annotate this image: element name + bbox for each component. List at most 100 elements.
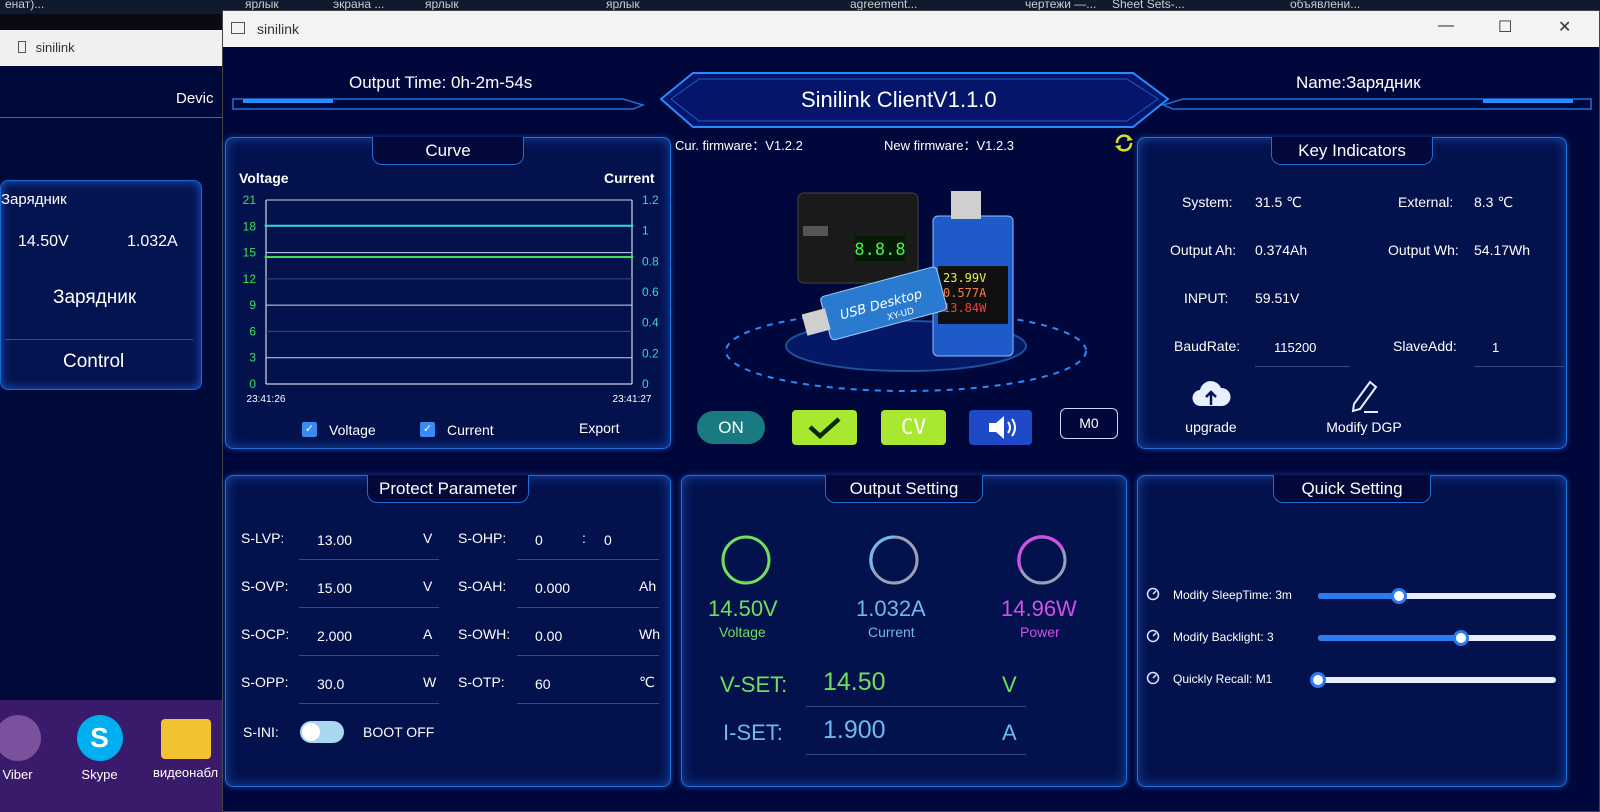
- protect-input[interactable]: 2.000: [317, 628, 352, 644]
- slaveadd-underline: [1474, 366, 1564, 367]
- protect-separator: :: [582, 530, 586, 546]
- sleep-time-slider-fill: [1318, 593, 1399, 599]
- backlight-slider-handle[interactable]: [1452, 630, 1469, 646]
- panel-title: Key Indicators: [1271, 137, 1433, 165]
- svg-text:8.8.8: 8.8.8: [854, 240, 905, 260]
- maximize-button[interactable]: ☐: [1498, 17, 1512, 37]
- skype-desktop-icon[interactable]: S Skype: [62, 715, 137, 782]
- sini-toggle[interactable]: [300, 721, 344, 743]
- baudrate-input[interactable]: 115200: [1274, 340, 1316, 355]
- desktop-icon-label: видеонабл: [152, 765, 219, 780]
- data-point-voltage: [264, 255, 268, 259]
- x-tick-label: 23:41:26: [247, 394, 286, 405]
- protect-label: S-OWH:: [458, 626, 511, 642]
- sleep-time-slider-handle[interactable]: [1390, 588, 1407, 604]
- vset-label: V-SET:: [720, 672, 788, 697]
- current-checkbox[interactable]: ✓: [420, 422, 435, 437]
- protect-underline: [517, 559, 659, 560]
- quick-recall-slider-handle[interactable]: [1310, 672, 1326, 688]
- device-current: 1.032A: [127, 233, 178, 250]
- cv-button[interactable]: CV: [881, 410, 946, 445]
- back-window-titlebar[interactable]: sinilink: [0, 30, 225, 66]
- back-window-title: sinilink: [35, 40, 75, 55]
- external-label: External:: [1398, 194, 1454, 210]
- check-button[interactable]: [792, 410, 857, 445]
- y-tick-label: 3: [249, 351, 256, 365]
- current-value: 1.032A: [856, 596, 926, 621]
- current-label: Current: [868, 624, 915, 640]
- protect-input[interactable]: 13.00: [317, 532, 352, 548]
- minimize-button[interactable]: —: [1438, 17, 1454, 35]
- protect-unit: Ah: [639, 578, 657, 594]
- y-tick-label: 12: [243, 272, 257, 286]
- folder-desktop-icon[interactable]: видеонабл: [148, 715, 223, 780]
- viber-desktop-icon[interactable]: Viber: [0, 715, 55, 782]
- refresh-icon[interactable]: [1113, 132, 1135, 154]
- slaveadd-input[interactable]: 1: [1492, 340, 1499, 355]
- y2-tick-label: 0: [642, 377, 649, 391]
- input-label: INPUT:: [1184, 290, 1229, 306]
- back-window: sinilink Devic Зарядник 14.50V 1.032A За…: [0, 30, 225, 700]
- export-button[interactable]: Export: [579, 420, 619, 436]
- current-axis-label: Current: [604, 170, 655, 186]
- voltage-checkbox[interactable]: ✓: [302, 422, 317, 437]
- protect-input[interactable]: 60: [535, 676, 551, 692]
- back-header: Devic: [0, 80, 225, 118]
- protect-label: S-OVP:: [241, 578, 289, 594]
- protect-label: S-LVP:: [241, 530, 285, 546]
- protect-unit: Wh: [639, 626, 660, 642]
- protect-label: S-OTP:: [458, 674, 505, 690]
- baudrate-underline: [1255, 366, 1350, 367]
- desktop-icon-label: Skype: [81, 767, 118, 782]
- protect-input[interactable]: 0.00: [535, 628, 562, 644]
- curve-chart[interactable]: 0 3 6 9 12 15 18 21 0 0.2 0.4 0.6 0.8 1 1.2 23:41:26 23:…: [226, 188, 672, 408]
- protect-input[interactable]: 15.00: [317, 580, 352, 596]
- iset-input[interactable]: 1.900: [823, 716, 886, 745]
- protect-label: S-OHP:: [458, 530, 507, 546]
- speaker-icon: [989, 416, 1016, 439]
- system-value: 31.5 ℃: [1255, 194, 1302, 210]
- on-button[interactable]: ON: [697, 411, 765, 444]
- output-setting-panel: Output Setting 14.50V Voltage 1.032A Cur…: [681, 475, 1127, 787]
- window-title: sinilink: [257, 21, 300, 37]
- panel-title: Protect Parameter: [367, 475, 529, 503]
- protect-label: S-OCP:: [241, 626, 290, 642]
- window-titlebar[interactable]: sinilink — ☐ ✕: [223, 11, 1599, 47]
- protect-input[interactable]: 0.000: [535, 580, 570, 596]
- external-value: 8.3 ℃: [1474, 194, 1514, 210]
- gauge-icon: [1146, 587, 1160, 601]
- y-tick-label: 21: [243, 193, 257, 207]
- svg-text:0.577A: 0.577A: [943, 286, 987, 300]
- protect-input[interactable]: 30.0: [317, 676, 344, 692]
- quick-recall-slider-track[interactable]: [1318, 677, 1556, 683]
- boot-off-label: BOOT OFF: [363, 724, 435, 740]
- y2-tick-label: 0.2: [642, 346, 659, 360]
- close-button[interactable]: ✕: [1558, 17, 1571, 37]
- panel-title: Curve: [372, 137, 524, 165]
- x-tick-label: 23:41:27: [613, 394, 652, 405]
- sound-button[interactable]: [969, 410, 1032, 445]
- power-value: 14.96W: [1001, 596, 1077, 621]
- protect-unit: W: [423, 674, 437, 690]
- protect-underline: [299, 655, 439, 656]
- app-icon: [231, 22, 245, 34]
- voltage-value: 14.50V: [708, 596, 778, 621]
- gauge-icon: [1146, 629, 1160, 643]
- panel-title: Output Setting: [825, 475, 983, 503]
- back-device-card[interactable]: Зарядник 14.50V 1.032A Зарядник Control: [0, 180, 202, 390]
- protect-input[interactable]: 0: [604, 532, 612, 548]
- protect-underline: [517, 703, 659, 704]
- m0-button[interactable]: M0: [1060, 408, 1118, 439]
- modify-dgp-button[interactable]: Modify DGP: [1314, 376, 1414, 440]
- protect-input[interactable]: 0: [535, 532, 543, 548]
- device-name: Name:Зарядник: [1296, 73, 1421, 92]
- iset-underline: [806, 754, 1026, 755]
- control-button[interactable]: Control: [63, 351, 124, 373]
- upgrade-button[interactable]: upgrade: [1176, 378, 1246, 440]
- vset-input[interactable]: 14.50: [823, 668, 886, 697]
- protect-parameter-panel: Protect Parameter S-LVP: 13.00 V S-OHP: 0: 0 S…: [225, 475, 671, 787]
- protect-underline: [517, 607, 659, 608]
- y2-tick-label: 0.4: [642, 316, 659, 330]
- desktop-label[interactable]: енат)...: [5, 0, 44, 11]
- voltage-axis-label: Voltage: [239, 170, 289, 186]
